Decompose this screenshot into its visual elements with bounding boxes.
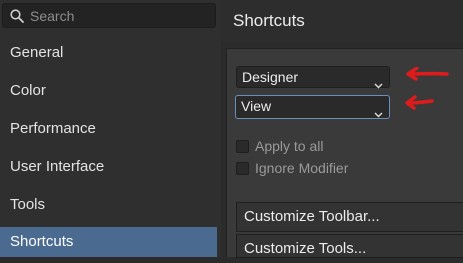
red-arrow-annotation-icon — [406, 67, 449, 81]
search-input[interactable] — [30, 6, 210, 25]
header: Shortcuts — [221, 0, 463, 42]
category-select-value: View — [241, 98, 272, 114]
search-box[interactable] — [2, 3, 216, 28]
sidebar-item-shortcuts[interactable]: Shortcuts — [0, 227, 217, 257]
red-arrow-annotation-icon — [405, 95, 434, 110]
preferences-sidebar: General Color Performance User Interface… — [0, 0, 221, 257]
ignore-modifier-checkbox[interactable] — [236, 162, 249, 175]
persona-select[interactable]: Designer — [236, 66, 390, 89]
apply-to-all-checkbox[interactable] — [236, 140, 249, 153]
page-title: Shortcuts — [233, 11, 305, 30]
chevron-down-icon — [374, 103, 383, 123]
customize-toolbar-button[interactable]: Customize Toolbar... — [236, 202, 463, 232]
sidebar-item-user-interface[interactable]: User Interface — [0, 152, 217, 182]
sidebar-item-tools[interactable]: Tools — [0, 190, 217, 220]
chevron-down-icon — [374, 74, 383, 94]
category-select[interactable]: View — [235, 95, 390, 119]
persona-select-value: Designer — [242, 69, 299, 85]
sidebar-item-general[interactable]: General — [0, 38, 217, 68]
sidebar-item-performance[interactable]: Performance — [0, 114, 217, 144]
customize-tools-button[interactable]: Customize Tools... — [236, 234, 463, 258]
sidebar-item-color[interactable]: Color — [0, 76, 217, 106]
ignore-modifier-label: Ignore Modifier — [255, 160, 349, 176]
apply-to-all-label: Apply to all — [255, 138, 324, 154]
